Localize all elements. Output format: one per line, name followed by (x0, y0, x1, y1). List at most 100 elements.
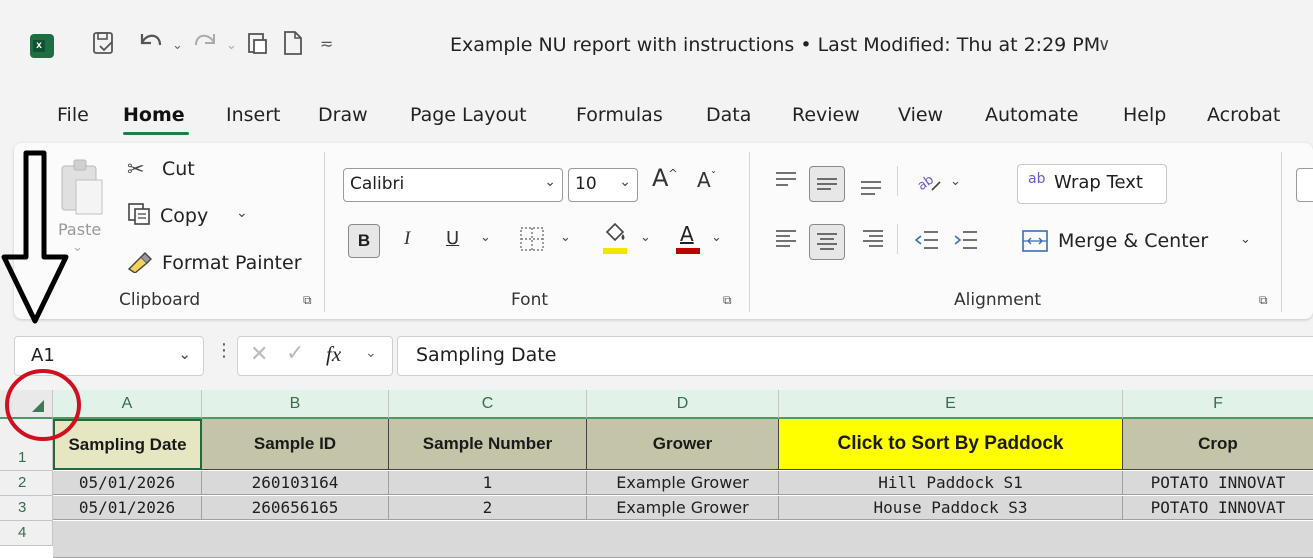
insert-function-button[interactable]: fx (326, 342, 341, 367)
clipboard-group-label: Clipboard (119, 290, 201, 310)
ribbon-separator (897, 224, 898, 254)
align-left-icon[interactable] (773, 226, 799, 256)
title-bar: x ⌄ ⌄ ≂ Example NU report with instructi… (0, 0, 1313, 92)
align-center-button[interactable] (809, 224, 845, 260)
wrap-text-button[interactable]: ab Wrap Text (1017, 164, 1167, 204)
tab-page-layout[interactable]: Page Layout (410, 104, 527, 126)
title-chevron-icon[interactable]: ∨ (1098, 35, 1110, 55)
column-header-d[interactable]: D (587, 390, 779, 419)
undo-icon[interactable] (136, 28, 166, 61)
column-header-b[interactable]: B (202, 390, 389, 419)
formula-value: Sampling Date (416, 344, 557, 366)
confirm-entry-icon[interactable]: ✓ (286, 341, 304, 366)
column-header-f[interactable]: F (1123, 390, 1313, 419)
number-format-dropdown[interactable] (1296, 168, 1313, 202)
cut-button[interactable]: Cut (162, 158, 195, 180)
annotation-circle (0, 360, 90, 450)
ribbon-separator (897, 166, 898, 196)
tab-draw[interactable]: Draw (318, 104, 368, 126)
insert-function-chevron-icon[interactable]: ⌄ (365, 345, 377, 361)
tab-formulas[interactable]: Formulas (576, 104, 663, 126)
font-color-dropdown-icon[interactable]: ⌄ (711, 230, 722, 245)
column-header-e[interactable]: E (779, 390, 1123, 419)
font-color-button[interactable]: A (676, 222, 702, 256)
tab-home[interactable]: Home (123, 104, 185, 126)
tab-automate[interactable]: Automate (985, 104, 1078, 126)
undo-dropdown-icon[interactable]: ⌄ (172, 38, 183, 53)
table-cell[interactable]: 260656165 (202, 496, 389, 520)
row-header-4[interactable]: 4 (0, 521, 53, 546)
excel-logo-icon: x (30, 34, 54, 58)
table-cell-partial[interactable] (53, 521, 1313, 558)
redo-dropdown-icon[interactable]: ⌄ (226, 38, 237, 53)
table-cell[interactable]: 05/01/2026 (53, 471, 202, 495)
formula-input[interactable]: Sampling Date (397, 336, 1313, 376)
merge-center-icon[interactable] (1022, 230, 1048, 256)
orientation-icon[interactable]: ab (914, 166, 942, 199)
copy-button[interactable]: Copy (160, 205, 208, 227)
orientation-dropdown-icon[interactable]: ⌄ (950, 174, 961, 189)
column-header-c[interactable]: C (389, 390, 587, 419)
table-cell[interactable]: Hill Paddock S1 (779, 471, 1123, 495)
autosave-icon[interactable] (91, 30, 117, 56)
tab-data[interactable]: Data (706, 104, 751, 126)
font-size-value: 10 (575, 174, 597, 194)
tab-review[interactable]: Review (792, 104, 860, 126)
cell-b1[interactable]: Sample ID (202, 419, 389, 470)
fill-color-icon[interactable] (601, 222, 629, 256)
table-cell[interactable]: 2 (389, 496, 587, 520)
font-name-chevron-icon: ⌄ (544, 174, 556, 190)
borders-dropdown-icon[interactable]: ⌄ (560, 230, 571, 245)
increase-font-size-button[interactable]: A^ (652, 164, 678, 192)
paste-special-icon[interactable] (246, 30, 270, 60)
decrease-indent-icon[interactable] (914, 228, 940, 256)
format-painter-icon (127, 251, 153, 277)
font-name-dropdown[interactable]: Calibri ⌄ (343, 168, 563, 202)
table-cell[interactable]: House Paddock S3 (779, 496, 1123, 520)
tab-view[interactable]: View (898, 104, 943, 126)
table-cell[interactable]: 1 (389, 471, 587, 495)
clipboard-launcher-icon[interactable]: ⧉ (303, 293, 312, 308)
font-color-letter: A (680, 222, 694, 246)
borders-icon[interactable] (519, 226, 545, 256)
table-cell[interactable]: POTATO INNOVAT (1123, 471, 1313, 495)
font-size-dropdown[interactable]: 10 ⌄ (568, 168, 638, 202)
fill-color-dropdown-icon[interactable]: ⌄ (640, 230, 651, 245)
row-header-2[interactable]: 2 (0, 471, 53, 496)
table-cell[interactable]: 05/01/2026 (53, 496, 202, 520)
increase-indent-icon[interactable] (953, 228, 979, 256)
merge-center-button[interactable]: Merge & Center (1058, 230, 1208, 252)
copy-dropdown-icon[interactable]: ⌄ (236, 205, 248, 221)
italic-button[interactable]: I (404, 228, 410, 250)
table-cell[interactable]: 260103164 (202, 471, 389, 495)
alignment-launcher-icon[interactable]: ⧉ (1259, 293, 1268, 308)
font-launcher-icon[interactable]: ⧉ (723, 293, 732, 308)
cell-d1[interactable]: Grower (587, 419, 779, 470)
new-document-icon[interactable] (282, 30, 304, 60)
align-bottom-icon[interactable] (858, 170, 884, 200)
tab-insert[interactable]: Insert (226, 104, 281, 126)
table-cell[interactable]: Example Grower (587, 471, 779, 495)
cell-f1[interactable]: Crop (1123, 419, 1313, 470)
cell-e1-sort-button[interactable]: Click to Sort By Paddock (779, 419, 1123, 470)
redo-icon[interactable] (192, 28, 222, 60)
table-cell[interactable]: POTATO INNOVAT (1123, 496, 1313, 520)
cell-c1[interactable]: Sample Number (389, 419, 587, 470)
decrease-font-size-button[interactable]: Aˇ (697, 168, 716, 192)
tab-help[interactable]: Help (1123, 104, 1166, 126)
bold-button[interactable]: B (348, 224, 380, 258)
underline-button[interactable]: U (446, 228, 459, 249)
row-header-3[interactable]: 3 (0, 496, 53, 521)
underline-dropdown-icon[interactable]: ⌄ (480, 230, 491, 245)
align-middle-button[interactable] (809, 166, 845, 202)
format-painter-button[interactable]: Format Painter (162, 252, 302, 274)
merge-dropdown-icon[interactable]: ⌄ (1240, 232, 1251, 247)
align-top-icon[interactable] (773, 168, 799, 198)
tab-acrobat[interactable]: Acrobat (1207, 104, 1280, 126)
align-right-icon[interactable] (860, 226, 886, 256)
cancel-entry-icon[interactable]: ✕ (250, 342, 268, 367)
name-box-chevron-icon[interactable]: ⌄ (178, 345, 191, 363)
customize-qat-icon[interactable]: ≂ (320, 34, 333, 53)
tab-file[interactable]: File (57, 104, 89, 126)
table-cell[interactable]: Example Grower (587, 496, 779, 520)
